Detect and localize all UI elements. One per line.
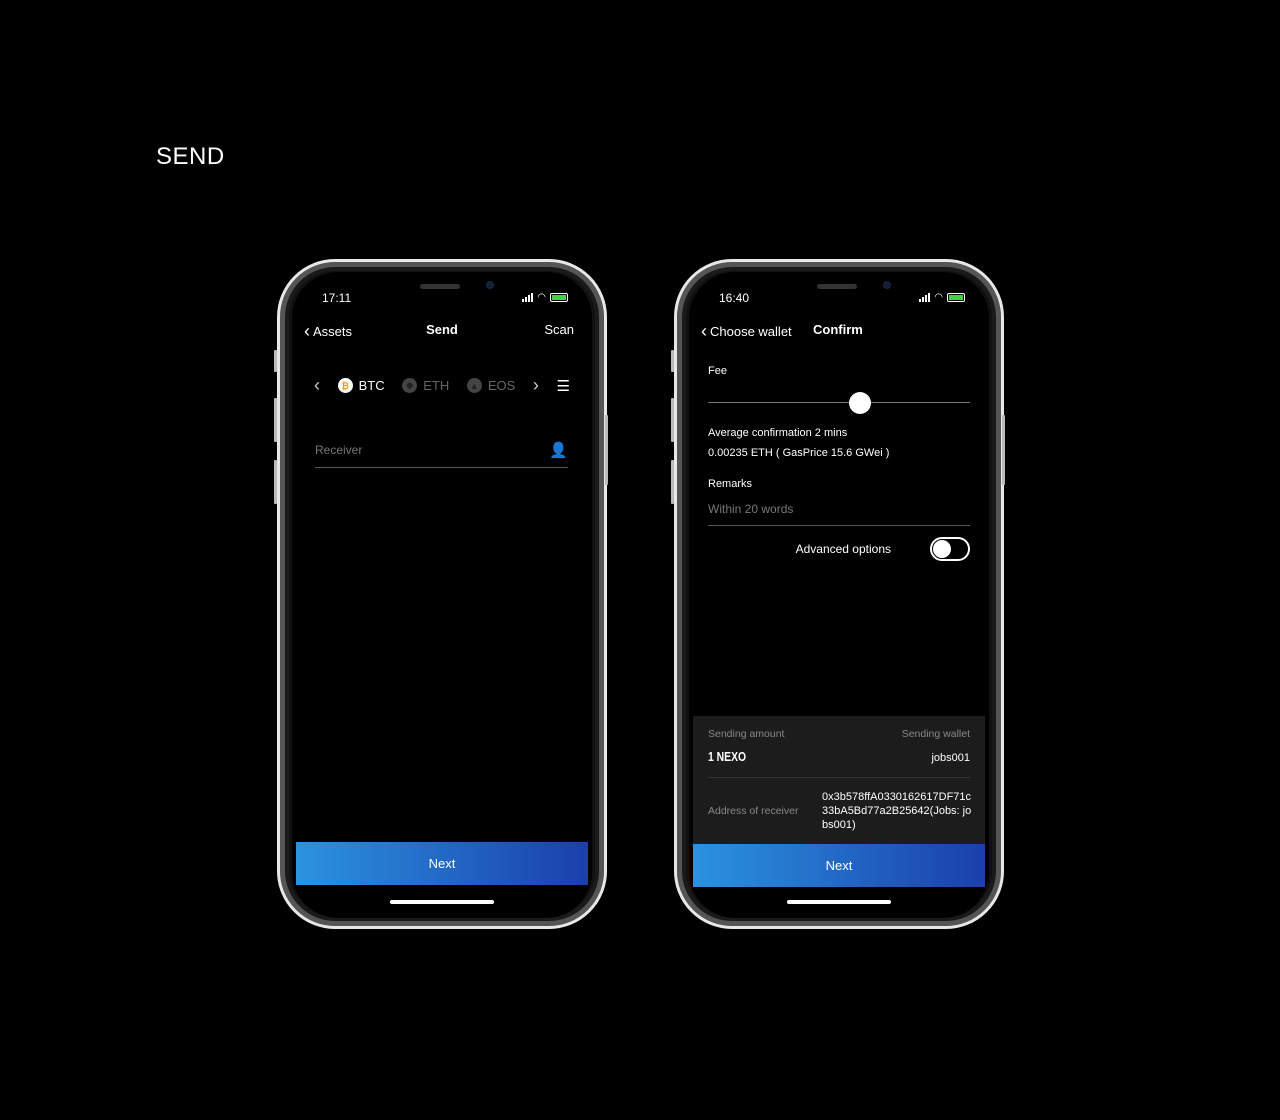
- coin-eos[interactable]: ▲ EOS: [466, 378, 516, 393]
- chevron-left-icon[interactable]: ‹: [314, 375, 320, 396]
- remarks-label: Remarks: [708, 478, 753, 490]
- screen-title: Confirm: [813, 322, 863, 337]
- signal-icon: [522, 293, 534, 302]
- bitcoin-icon: ₿: [337, 378, 353, 393]
- home-indicator: [787, 900, 891, 904]
- battery-icon: [550, 293, 568, 302]
- speaker: [817, 284, 857, 289]
- screen-confirm: 16:40 ◠ ‹ Choose wallet Confirm Fee Aver…: [689, 272, 989, 918]
- page-title: SEND: [156, 143, 225, 170]
- remarks-input[interactable]: Within 20 words: [708, 496, 970, 526]
- menu-icon[interactable]: ☰: [557, 377, 570, 395]
- status-time: 16:40: [719, 291, 750, 305]
- camera: [883, 281, 891, 289]
- mute-switch: [274, 350, 277, 372]
- phone-confirm: 16:40 ◠ ‹ Choose wallet Confirm Fee Aver…: [674, 259, 1004, 929]
- status-icons: ◠: [522, 292, 568, 303]
- wifi-icon: ◠: [537, 292, 546, 303]
- screen-send: 17:11 ◠ ‹ Assets Send Scan ‹ ₿ BTC ◆ ETH ▲…: [292, 272, 592, 918]
- volume-up: [671, 398, 674, 442]
- toggle-knob: [933, 540, 951, 558]
- home-indicator: [390, 900, 494, 904]
- amount-label: Sending amount: [708, 728, 785, 740]
- wallet-label: Sending wallet: [901, 728, 970, 740]
- fee-label: Fee: [708, 365, 727, 377]
- slider-track: [708, 402, 970, 403]
- slider-handle[interactable]: [848, 392, 871, 414]
- coin-btc[interactable]: ₿ BTC: [337, 378, 385, 393]
- coin-label: EOS: [487, 378, 516, 393]
- next-button[interactable]: Next: [693, 844, 985, 887]
- camera: [486, 281, 494, 289]
- wallet-value: jobs001: [931, 752, 970, 764]
- coin-label: BTC: [358, 378, 385, 393]
- address-value: 0x3b578ffA0330162617DF71c33bA5Bd77a2B256…: [822, 791, 972, 831]
- ethereum-icon: ◆: [402, 378, 418, 393]
- receiver-input[interactable]: Receiver 👤: [315, 432, 568, 468]
- speaker: [420, 284, 460, 289]
- receiver-placeholder: Receiver: [315, 442, 363, 457]
- scan-button[interactable]: Scan: [544, 322, 574, 337]
- amount-value: 1 NEXO: [708, 749, 747, 764]
- coin-selector: ‹ ₿ BTC ◆ ETH ▲ EOS › ☰: [314, 375, 570, 396]
- mute-switch: [671, 350, 674, 372]
- volume-down: [274, 460, 277, 504]
- advanced-options-label: Advanced options: [795, 542, 891, 556]
- coin-eth[interactable]: ◆ ETH: [402, 378, 449, 393]
- coin-label: ETH: [423, 378, 450, 393]
- eos-icon: ▲: [466, 378, 482, 393]
- battery-icon: [947, 293, 965, 302]
- chevron-left-icon: ‹: [701, 321, 707, 341]
- avg-confirmation: Average confirmation 2 mins: [708, 427, 848, 439]
- signal-icon: [919, 293, 931, 302]
- address-label: Address of receiver: [708, 805, 799, 817]
- back-label: Choose wallet: [710, 323, 792, 339]
- fee-slider[interactable]: [708, 392, 970, 414]
- divider: [708, 777, 970, 778]
- power-button: [1002, 415, 1005, 485]
- volume-up: [274, 398, 277, 442]
- fee-value: 0.00235 ETH ( GasPrice 15.6 GWei ): [708, 447, 890, 459]
- power-button: [605, 415, 608, 485]
- advanced-options-toggle[interactable]: [930, 537, 970, 561]
- contacts-icon[interactable]: 👤: [549, 441, 568, 459]
- back-button[interactable]: ‹ Choose wallet: [701, 322, 792, 340]
- volume-down: [671, 460, 674, 504]
- wifi-icon: ◠: [934, 292, 943, 303]
- phone-send: 17:11 ◠ ‹ Assets Send Scan ‹ ₿ BTC ◆ ETH ▲…: [277, 259, 607, 929]
- status-icons: ◠: [919, 292, 965, 303]
- chevron-right-icon[interactable]: ›: [533, 375, 539, 396]
- summary-panel: Sending amount Sending wallet 1 NEXO job…: [693, 716, 985, 844]
- status-time: 17:11: [322, 291, 352, 305]
- next-button[interactable]: Next: [296, 842, 588, 885]
